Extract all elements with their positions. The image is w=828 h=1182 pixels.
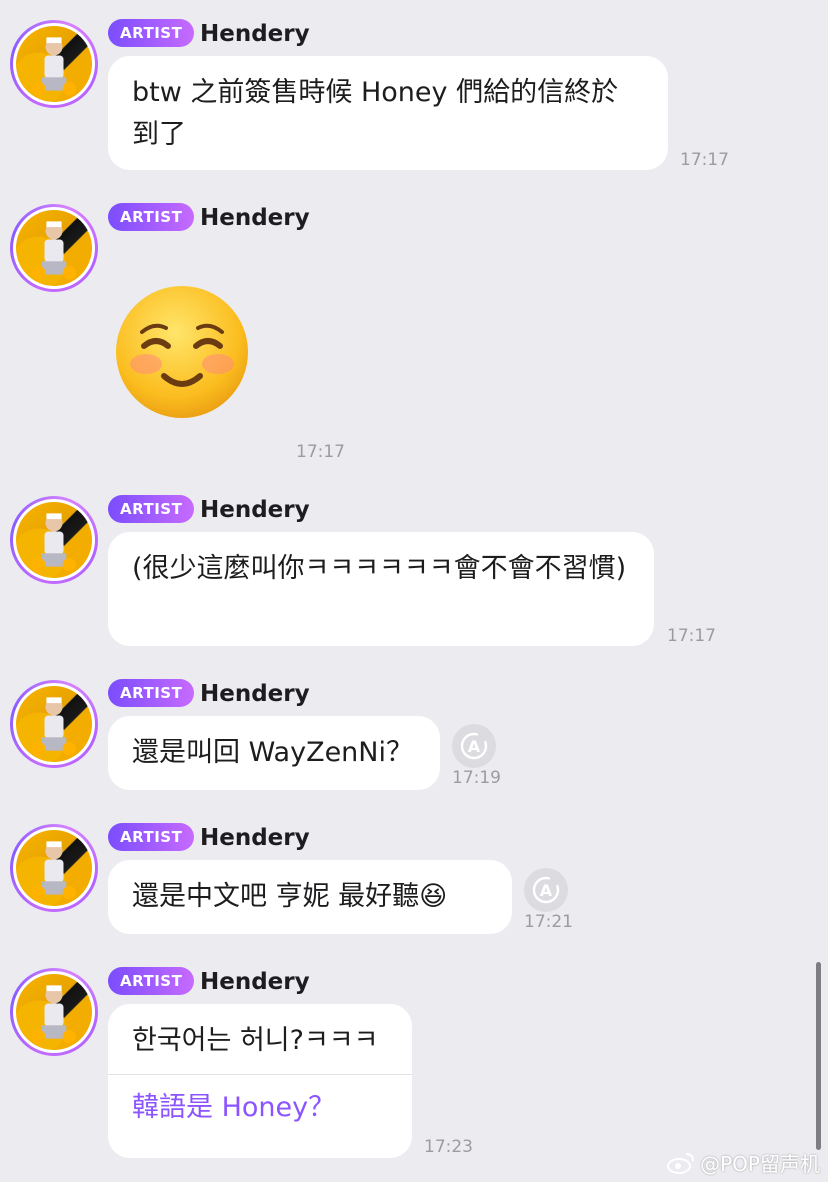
message-text: 還是叫回 WayZenNi？ (132, 737, 413, 768)
timestamp: 17:17 (680, 150, 729, 170)
translate-icon[interactable]: A (524, 868, 568, 912)
artist-badge: ARTIST (108, 967, 195, 995)
message-text: 한국어는 허니?ㅋㅋㅋ (132, 1025, 379, 1056)
avatar[interactable] (10, 680, 98, 768)
sender-name: Hendery (200, 969, 310, 995)
smiling-emoji[interactable] (112, 282, 252, 422)
sender-name: Hendery (200, 497, 310, 523)
timestamp: 17:17 (296, 442, 345, 462)
message-bubble[interactable]: 한국어는 허니?ㅋㅋㅋ 韓語是 Honey？ (108, 1004, 412, 1158)
artist-badge: ARTIST (108, 19, 195, 47)
avatar[interactable] (10, 496, 98, 584)
message-bubble[interactable]: btw 之前簽售時候 Honey 們給的信終於到了 (108, 56, 668, 170)
message-text: 還是中文吧 亨妮 最好聽😆 (132, 881, 448, 912)
avatar[interactable] (10, 204, 98, 292)
artist-badge: ARTIST (108, 495, 195, 523)
avatar[interactable] (10, 824, 98, 912)
translated-text: 韓語是 Honey？ (132, 1092, 336, 1123)
translate-icon[interactable]: A (452, 724, 496, 768)
avatar-photo (16, 26, 92, 102)
scrollbar[interactable] (816, 962, 821, 1150)
translation-divider (108, 1074, 412, 1075)
message-text: btw 之前簽售時候 Honey 們給的信終於到了 (132, 77, 619, 150)
chat-screen: ARTIST Hendery btw 之前簽售時候 Honey 們給的信終於到了… (0, 0, 828, 1182)
timestamp: 17:19 (452, 768, 501, 788)
timestamp: 17:17 (667, 626, 716, 646)
avatar[interactable] (10, 20, 98, 108)
sender-name: Hendery (200, 681, 310, 707)
avatar-photo (16, 974, 92, 1050)
weibo-icon (667, 1152, 695, 1174)
message-text: (很少這麼叫你ㅋㅋㅋㅋㅋㅋ會不會不習慣) (132, 553, 627, 584)
avatar-photo (16, 502, 92, 578)
avatar-photo (16, 830, 92, 906)
message-bubble[interactable]: (很少這麼叫你ㅋㅋㅋㅋㅋㅋ會不會不習慣) (108, 532, 654, 646)
watermark-text: @POP留声机 (700, 1152, 820, 1176)
sender-name: Hendery (200, 205, 310, 231)
avatar-photo (16, 686, 92, 762)
timestamp: 17:23 (424, 1137, 473, 1157)
artist-badge: ARTIST (108, 203, 195, 231)
timestamp: 17:21 (524, 912, 573, 932)
artist-badge: ARTIST (108, 679, 195, 707)
artist-badge: ARTIST (108, 823, 195, 851)
watermark: @POP留声机 (666, 1148, 820, 1177)
svg-text:A: A (468, 737, 481, 756)
sender-name: Hendery (200, 825, 310, 851)
sender-name: Hendery (200, 21, 310, 47)
message-bubble[interactable]: 還是叫回 WayZenNi？ (108, 716, 440, 790)
avatar-photo (16, 210, 92, 286)
avatar[interactable] (10, 968, 98, 1056)
svg-text:A: A (540, 881, 553, 900)
message-bubble[interactable]: 還是中文吧 亨妮 最好聽😆 (108, 860, 512, 934)
